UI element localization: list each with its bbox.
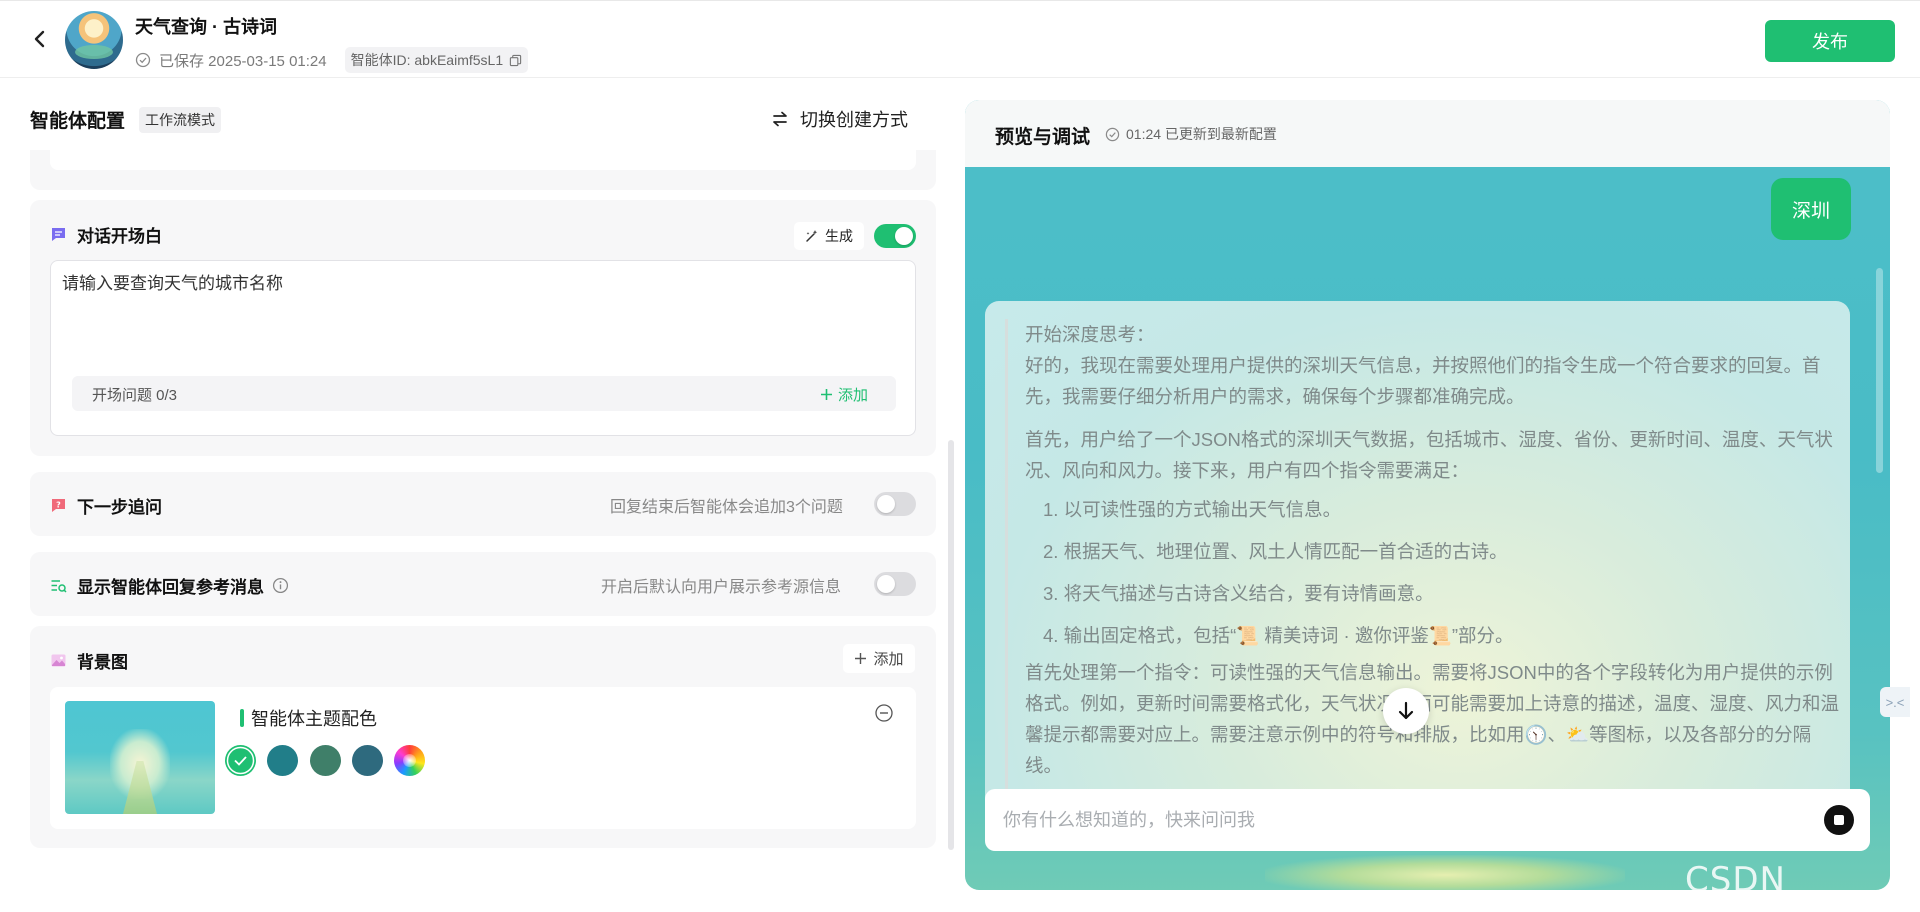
toggle-knob <box>877 575 895 593</box>
side-floating-tab[interactable]: >.< <box>1880 687 1910 717</box>
switch-mode-label: 切换创建方式 <box>800 110 908 130</box>
opening-title-row: 对话开场白 <box>50 222 162 247</box>
config-card-partial <box>30 150 936 190</box>
mode-tag: 工作流模式 <box>139 107 221 133</box>
swatch-green-selected[interactable] <box>225 745 256 776</box>
followup-title: 下一步追问 <box>77 498 162 517</box>
preview-header: 预览与调试 01:24 已更新到最新配置 <box>965 100 1890 167</box>
rainbow-inner <box>403 754 416 767</box>
reference-title: 显示智能体回复参考消息 <box>77 578 264 597</box>
info-icon[interactable] <box>272 577 289 594</box>
swatch-slate[interactable] <box>352 745 383 776</box>
remove-circle-icon[interactable] <box>874 703 894 723</box>
save-status-row: 已保存 2025-03-15 01:24 智能体ID: abkEaimf5sL1 <box>135 47 529 73</box>
bot-response-card: 开始深度思考： 好的，我现在需要处理用户提供的深圳天气信息，并按照他们的指令生成… <box>985 301 1850 821</box>
chat-input[interactable] <box>1003 805 1803 835</box>
add-background-label: 添加 <box>873 651 904 668</box>
opening-text[interactable]: 请输入要查询天气的城市名称 <box>62 269 283 294</box>
background-title-row: 背景图 <box>50 648 128 673</box>
add-question-label: 添加 <box>837 387 868 404</box>
add-background-button[interactable]: 添加 <box>843 644 915 673</box>
opening-title: 对话开场白 <box>77 227 162 246</box>
followup-title-row: ? 下一步追问 <box>50 493 162 518</box>
opening-questions-label: 开场问题 0/3 <box>92 387 178 404</box>
config-title: 智能体配置 <box>30 111 126 132</box>
instruction-item: 4. 输出固定格式，包括“📜 精美诗词 · 邀你评鉴📜”部分。 <box>1043 625 1514 646</box>
reference-hint: 开启后默认向用户展示参考源信息 <box>601 579 842 596</box>
stop-generation-button[interactable] <box>1824 805 1854 835</box>
generate-label: 生成 <box>825 228 853 244</box>
instruction-item: 3. 将天气描述与古诗含义结合，要有诗情画意。 <box>1043 583 1434 604</box>
theme-accent-bar <box>240 709 244 727</box>
generate-button[interactable]: 生成 <box>794 222 864 250</box>
arrow-down-icon <box>1398 701 1414 720</box>
thinking-paragraph-1: 好的，我现在需要处理用户提供的深圳天气信息，并按照他们的指令生成一个符合要求的回… <box>1025 355 1821 407</box>
chat-input-box <box>985 789 1870 851</box>
check-circle-icon <box>1105 127 1120 141</box>
user-message-bubble: 深圳 <box>1771 178 1851 240</box>
opening-toggle[interactable] <box>874 224 916 248</box>
swatch-green[interactable] <box>310 745 341 776</box>
agent-id-text: 智能体ID: abkEaimf5sL1 <box>350 52 504 68</box>
reference-toggle[interactable] <box>874 572 916 596</box>
background-thumbnail[interactable] <box>65 701 215 814</box>
check-circle-icon <box>135 52 151 68</box>
toggle-knob <box>895 227 913 245</box>
opening-textarea[interactable]: 请输入要查询天气的城市名称 开场问题 0/3 添加 <box>50 260 916 436</box>
svg-text:?: ? <box>56 501 61 510</box>
copy-icon[interactable] <box>509 54 522 67</box>
instruction-item: 1. 以可读性强的方式输出天气信息。 <box>1043 499 1342 520</box>
switch-create-mode-button[interactable]: 切换创建方式 <box>770 106 908 132</box>
preview-scrollbar[interactable] <box>1876 268 1883 473</box>
scroll-to-bottom-button[interactable] <box>1383 688 1429 734</box>
watermark: CSDN @kocor <box>1685 860 1817 912</box>
followup-toggle[interactable] <box>874 492 916 516</box>
swap-icon <box>773 111 787 127</box>
background-panel: 智能体主题配色 <box>50 687 916 829</box>
chat-bubble-icon <box>52 228 65 241</box>
preview-background-decoration <box>1265 855 1625 890</box>
toggle-knob <box>877 495 895 513</box>
followup-card: ? 下一步追问 回复结束后智能体会追加3个问题 <box>30 472 936 536</box>
preview-status-text: 01:24 已更新到最新配置 <box>1126 126 1277 142</box>
top-header: 天气查询 · 古诗词 已保存 2025-03-15 01:24 智能体ID: a… <box>0 0 1920 78</box>
instruction-item: 2. 根据天气、地理位置、风土人情匹配一首合适的古诗。 <box>1043 541 1508 562</box>
reference-title-row: 显示智能体回复参考消息 <box>50 573 289 598</box>
thinking-intro: 开始深度思考： <box>1025 324 1155 345</box>
swatch-teal[interactable] <box>267 745 298 776</box>
swatch-custom-rainbow[interactable] <box>394 745 425 776</box>
agent-id-badge: 智能体ID: abkEaimf5sL1 <box>344 47 529 73</box>
followup-hint: 回复结束后智能体会追加3个问题 <box>610 499 843 516</box>
thinking-paragraph-2: 首先，用户给了一个JSON格式的深圳天气数据，包括城市、湿度、省份、更新时间、温… <box>1025 429 1833 481</box>
thinking-block: 开始深度思考： 好的，我现在需要处理用户提供的深圳天气信息，并按照他们的指令生成… <box>1005 319 1840 819</box>
preview-status: 01:24 已更新到最新配置 <box>1105 124 1277 144</box>
config-scrollbar[interactable] <box>948 440 954 850</box>
card-inner-partial <box>50 150 916 170</box>
agent-avatar[interactable] <box>65 11 123 69</box>
saved-text: 已保存 2025-03-15 01:24 <box>159 52 327 70</box>
opening-questions-row: 开场问题 0/3 添加 <box>72 376 896 411</box>
stop-icon <box>1834 815 1844 825</box>
image-icon <box>51 654 66 667</box>
theme-title-row: 智能体主题配色 <box>240 705 377 731</box>
publish-button[interactable]: 发布 <box>1765 20 1895 62</box>
question-bubble-icon: ? <box>52 499 65 512</box>
plus-icon <box>820 389 832 400</box>
theme-title: 智能体主题配色 <box>251 709 377 729</box>
background-title: 背景图 <box>77 653 128 672</box>
preview-title: 预览与调试 <box>995 127 1091 148</box>
add-question-button[interactable]: 添加 <box>820 384 868 405</box>
magic-wand-icon <box>806 230 818 242</box>
preview-panel: 预览与调试 01:24 已更新到最新配置 深圳 开始深度思考： 好的，我现在需要… <box>965 100 1890 890</box>
back-arrow-icon[interactable] <box>28 27 52 51</box>
instruction-list: 1. 以可读性强的方式输出天气信息。 2. 根据天气、地理位置、风土人情匹配一首… <box>1025 494 1840 651</box>
plus-icon <box>855 653 867 664</box>
check-swatch-icon <box>225 745 256 776</box>
reference-list-icon <box>51 580 67 593</box>
thinking-paragraph-3: 首先处理第一个指令：可读性强的天气信息输出。需要将JSON中的各个字段转化为用户… <box>1025 662 1840 776</box>
agent-name: 天气查询 · 古诗词 <box>135 17 277 37</box>
reference-card: 显示智能体回复参考消息 开启后默认向用户展示参考源信息 <box>30 552 936 616</box>
